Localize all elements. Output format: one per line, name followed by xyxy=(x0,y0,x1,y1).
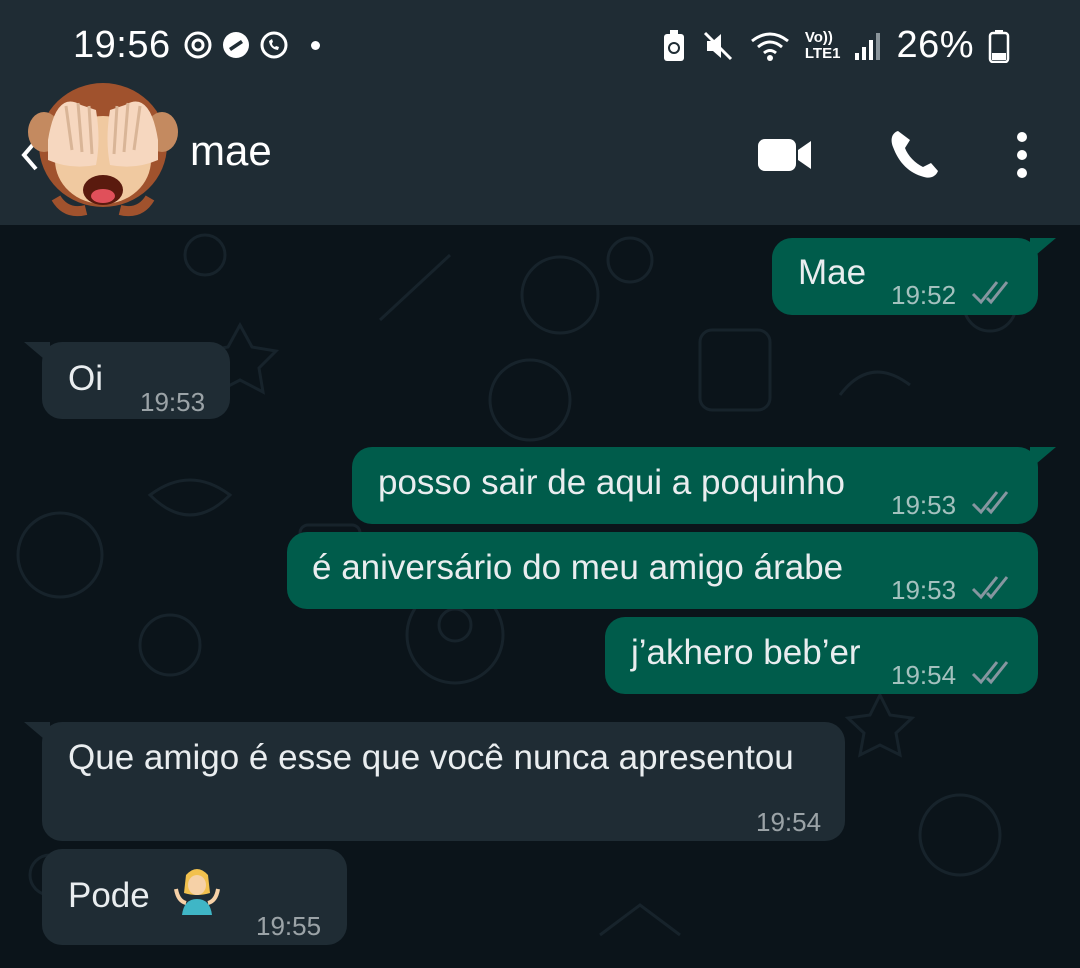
chat-header: mae xyxy=(0,83,1080,225)
message-time: 19:52 xyxy=(891,280,957,310)
message-text: Que amigo é esse que você nunca apresent… xyxy=(68,738,794,777)
message-bubble-incoming[interactable]: Pode 19:55 xyxy=(42,849,347,945)
battery-percent: 26% xyxy=(896,24,974,66)
message-text: Pode xyxy=(68,876,150,915)
read-ticks-icon xyxy=(971,661,1009,685)
message-bubble-outgoing[interactable]: posso sair de aqui a poquinho 19:53 xyxy=(352,447,1056,524)
message-text: Mae xyxy=(798,253,867,292)
message-bubble-outgoing[interactable]: é aniversário do meu amigo árabe 19:53 xyxy=(287,532,1038,609)
message-bubble-outgoing[interactable]: j’akhero beb’er 19:54 xyxy=(605,617,1038,694)
app-notification-icon xyxy=(223,32,249,58)
more-options-icon[interactable] xyxy=(992,125,1052,185)
contact-name[interactable]: mae xyxy=(190,127,272,175)
battery-icon xyxy=(988,29,1010,63)
message-text: posso sair de aqui a poquinho xyxy=(378,463,846,502)
message-time: 19:53 xyxy=(891,575,957,605)
avatar[interactable] xyxy=(26,70,180,220)
person-shrugging-emoji-icon xyxy=(174,869,220,915)
message-time: 19:53 xyxy=(140,387,206,417)
message-bubble-outgoing[interactable]: Mae 19:52 xyxy=(772,238,1056,315)
read-ticks-icon xyxy=(971,576,1009,600)
message-text: j’akhero beb’er xyxy=(631,633,861,672)
whatsapp-icon xyxy=(260,31,288,59)
bubble-tail xyxy=(24,722,50,744)
message-time: 19:55 xyxy=(256,911,322,941)
message-bubble-incoming[interactable]: Que amigo é esse que você nunca apresent… xyxy=(24,722,845,841)
message-time: 19:53 xyxy=(891,490,957,520)
notification-icons xyxy=(183,30,320,60)
volte-indicator: Vo)) LTE1 xyxy=(804,28,841,62)
message-text: é aniversário do meu amigo árabe xyxy=(312,548,844,587)
video-call-icon[interactable] xyxy=(754,125,814,185)
wifi-icon xyxy=(750,32,789,61)
volte-label: Vo)) xyxy=(804,28,833,46)
message-bubble-incoming[interactable]: Oi 19:53 xyxy=(24,342,230,419)
more-notifications-dot xyxy=(311,40,320,50)
message-time: 19:54 xyxy=(891,660,957,690)
lte-label: LTE1 xyxy=(804,44,841,62)
mute-icon xyxy=(703,31,732,60)
read-ticks-icon xyxy=(971,281,1009,305)
bubble-tail xyxy=(1030,238,1056,260)
system-icons: Vo)) LTE1 26% xyxy=(661,24,1010,67)
bubble-tail xyxy=(1030,447,1056,469)
battery-saver-icon xyxy=(663,29,684,61)
status-time: 19:56 xyxy=(73,24,171,66)
voice-call-icon[interactable] xyxy=(884,125,944,185)
bubble-tail xyxy=(24,342,50,364)
read-ticks-icon xyxy=(971,491,1009,515)
message-text: Oi xyxy=(68,359,103,398)
signal-icon xyxy=(855,32,881,60)
message-time: 19:54 xyxy=(756,807,822,837)
threads-icon xyxy=(184,31,212,59)
chat-area[interactable]: Mae 19:52 Oi 19:53 posso sair de aqui a … xyxy=(0,225,1080,968)
